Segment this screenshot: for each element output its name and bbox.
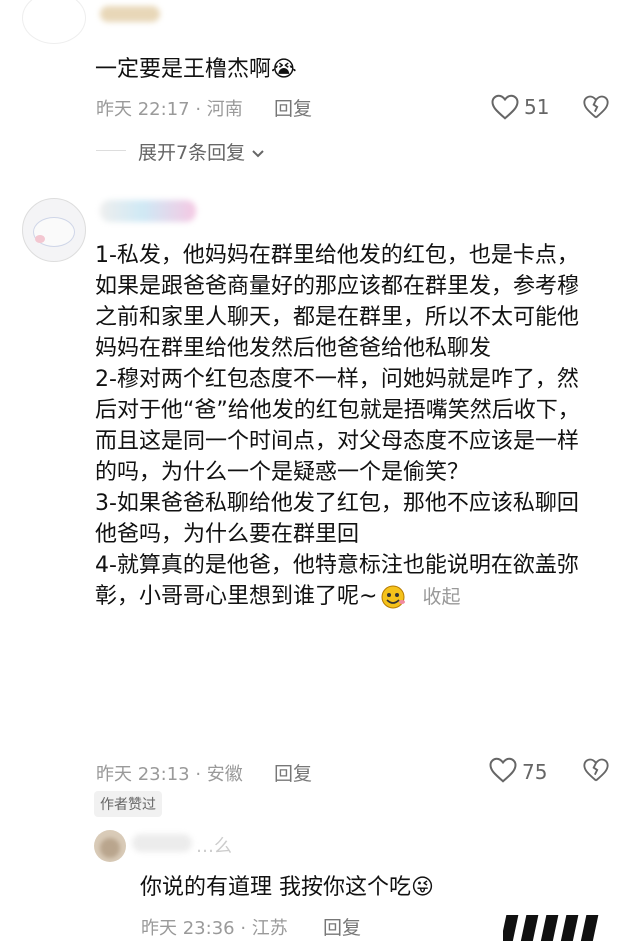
reply-button[interactable]: 回复 — [274, 759, 312, 786]
comment-meta: 昨天 23:13 · 安徽 — [96, 764, 243, 785]
username-partial: …么 — [196, 836, 232, 857]
paragraph-3: 3-如果爸爸私聊给他发了红包，那他不应该私聊回他爸吗，为什么要在群里回 — [95, 491, 579, 547]
comment-text: 1-私发，他妈妈在群里给他发的红包，也是卡点，如果是跟爸爸商量好的那应该都在群里… — [95, 240, 600, 613]
like-button[interactable] — [488, 756, 518, 788]
paragraph-2: 2-穆对两个红包态度不一样，问她妈就是咋了，然后对于他“爸”给他发的红包就是捂嘴… — [95, 367, 580, 485]
avatar[interactable] — [94, 830, 126, 862]
username-blurred[interactable] — [100, 6, 160, 22]
username-blurred[interactable] — [132, 834, 192, 852]
avatar[interactable] — [22, 0, 86, 44]
like-count: 75 — [522, 760, 548, 784]
chevron-down-icon — [252, 149, 264, 157]
like-count: 51 — [524, 95, 550, 119]
reply-body: 你说的有道理 我按你这个吃 — [140, 875, 411, 900]
author-liked-badge: 作者赞过 — [94, 791, 162, 817]
collapse-button[interactable]: 收起 — [422, 586, 460, 608]
expand-replies-button[interactable]: 展开7条回复 — [138, 138, 265, 165]
reply-meta: 昨天 23:36 · 江苏 — [141, 918, 288, 939]
username-blurred[interactable] — [100, 200, 196, 222]
comment-meta: 昨天 22:17 · 河南 — [96, 99, 243, 120]
watermark-logo — [500, 912, 623, 948]
dislike-button[interactable] — [582, 756, 610, 788]
emoji-icon — [379, 584, 407, 610]
reply-text: 你说的有道理 我按你这个吃😜 — [140, 872, 434, 903]
crying-emoji-icon: 😭 — [271, 57, 297, 82]
avatar[interactable] — [22, 198, 86, 262]
heart-icon — [491, 94, 519, 120]
expand-divider — [96, 150, 126, 151]
comment-body: 一定要是王橹杰啊 — [95, 57, 272, 82]
reply-button[interactable]: 回复 — [274, 94, 312, 121]
broken-heart-icon — [583, 95, 609, 119]
dislike-button[interactable] — [582, 93, 610, 125]
broken-heart-icon — [583, 758, 609, 782]
reply-button[interactable]: 回复 — [323, 913, 361, 940]
wink-tongue-emoji-icon: 😜 — [411, 875, 434, 900]
paragraph-1: 1-私发，他妈妈在群里给他发的红包，也是卡点，如果是跟爸爸商量好的那应该都在群里… — [95, 243, 580, 361]
paragraph-4: 4-就算真的是他爸，他特意标注也能说明在欲盖弥彰，小哥哥心里想到谁了呢~ — [95, 553, 579, 609]
heart-icon — [489, 757, 517, 783]
like-button[interactable] — [490, 93, 520, 121]
comment-text: 一定要是王橹杰啊😭 — [95, 54, 297, 85]
expand-label: 展开7条回复 — [138, 142, 246, 164]
